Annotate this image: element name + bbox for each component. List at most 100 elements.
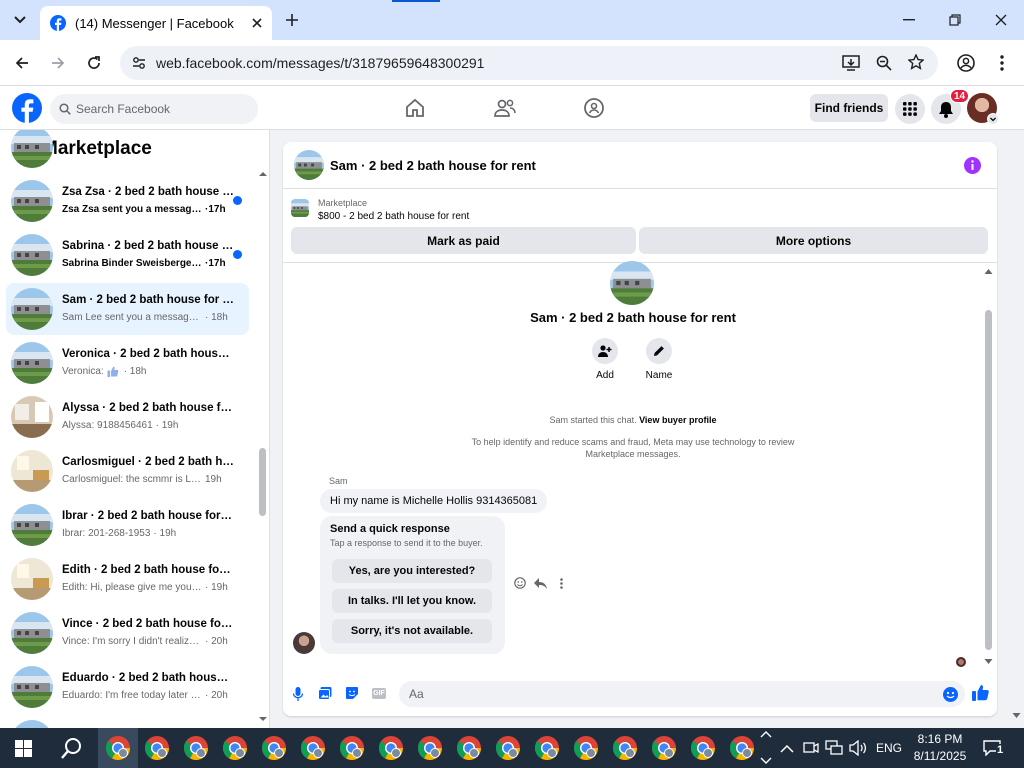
message-bubble[interactable]: Hi my name is Michelle Hollis 9314365081 (320, 489, 548, 513)
chrome-taskbar-icon[interactable] (143, 734, 171, 762)
reply-icon[interactable] (534, 577, 547, 589)
tab-search-icon[interactable] (6, 6, 34, 34)
facebook-logo-icon[interactable] (12, 93, 42, 123)
chat-avatar[interactable] (294, 150, 324, 180)
chrome-taskbar-icon[interactable] (260, 734, 288, 762)
chrome-taskbar-icon[interactable] (728, 734, 756, 762)
chrome-taskbar-icon[interactable] (689, 734, 717, 762)
network-icon[interactable] (825, 740, 843, 756)
close-tab-icon[interactable] (252, 18, 262, 28)
conversation-item[interactable]: Sam · 2 bed 2 bath house for rent Sam Lee… (6, 283, 249, 335)
windows-start-icon[interactable] (15, 740, 32, 757)
forward-icon[interactable] (44, 49, 72, 77)
quick-response-not-available-button[interactable]: Sorry, it's not available. (332, 619, 492, 643)
conversation-item[interactable]: Vince · 2 bed 2 bath house for r... Vince… (6, 607, 249, 659)
intro-avatar[interactable] (610, 261, 654, 305)
menu-grid-button[interactable] (895, 94, 925, 124)
chrome-taskbar-icon[interactable] (377, 734, 405, 762)
chrome-taskbar-icon[interactable] (338, 734, 366, 762)
chrome-taskbar-icon[interactable] (416, 734, 444, 762)
conversation-thumbnail (11, 234, 53, 276)
find-friends-button[interactable]: Find friends (810, 94, 888, 122)
show-hidden-icons-icon[interactable] (780, 744, 794, 753)
bookmark-star-icon[interactable] (908, 54, 924, 70)
taskbar-scroll-up-icon[interactable] (760, 730, 772, 738)
quick-response-yes-button[interactable]: Yes, are you interested? (332, 559, 492, 583)
conversation-item-partial[interactable] (6, 715, 249, 728)
message-input[interactable]: Aa (399, 681, 965, 707)
edit-name-button[interactable] (646, 338, 672, 364)
conversation-item[interactable]: Eduardo · 2 bed 2 bath house f... Eduardo… (6, 661, 249, 713)
reload-icon[interactable] (80, 49, 108, 77)
language-indicator[interactable]: ENG (876, 741, 902, 755)
conversation-info-icon[interactable] (964, 157, 981, 174)
conversation-item[interactable]: Sabrina · 2 bed 2 bath house f... Sabrina… (6, 229, 249, 281)
chrome-taskbar-icon[interactable] (104, 734, 132, 762)
gif-icon[interactable]: GIF (372, 688, 386, 699)
sender-avatar[interactable] (293, 632, 315, 654)
browser-tab[interactable]: (14) Messenger | Facebook (40, 6, 272, 40)
sticker-icon[interactable] (345, 686, 359, 700)
chrome-taskbar-icon[interactable] (182, 734, 210, 762)
attach-photo-icon[interactable] (318, 687, 332, 700)
conversation-thumbnail (11, 612, 53, 654)
conversation-preview-row: Veronica: · 18h (62, 365, 234, 379)
maximize-icon[interactable] (941, 6, 969, 34)
emoji-picker-icon[interactable] (943, 687, 958, 702)
sidebar-scroll-thumb[interactable] (259, 448, 266, 516)
conversation-item[interactable]: Zsa Zsa · 2 bed 2 bath house f... Zsa Zsa… (6, 175, 249, 227)
browser-menu-icon[interactable] (988, 49, 1016, 77)
friends-icon[interactable] (494, 98, 516, 118)
new-tab-icon[interactable] (278, 6, 306, 34)
groups-icon[interactable] (583, 97, 605, 119)
view-buyer-profile-link[interactable]: View buyer profile (639, 415, 716, 425)
facebook-search-input[interactable]: Search Facebook (50, 94, 258, 124)
conversation-item[interactable]: Veronica · 2 bed 2 bath house f... Veroni… (6, 337, 249, 389)
add-people-button[interactable] (592, 338, 618, 364)
chrome-taskbar-icon[interactable] (533, 734, 561, 762)
like-thumb-icon[interactable] (972, 684, 989, 701)
conversation-item[interactable]: Carlosmiguel · 2 bed 2 bath ho... Carlosm… (6, 445, 249, 497)
chrome-taskbar-icon[interactable] (455, 734, 483, 762)
zoom-icon[interactable] (876, 55, 892, 71)
quick-response-in-talks-button[interactable]: In talks. I'll let you know. (332, 589, 492, 613)
mark-as-paid-button[interactable]: Mark as paid (291, 227, 636, 254)
home-icon[interactable] (405, 98, 425, 118)
chrome-taskbar-icon[interactable] (611, 734, 639, 762)
account-chevron-icon[interactable] (987, 113, 999, 125)
url-field[interactable]: web.facebook.com/messages/t/318796596483… (120, 46, 938, 80)
chat-scrollbar[interactable] (983, 266, 994, 666)
conversation-name: Veronica · 2 bed 2 bath house f... (62, 348, 234, 360)
chrome-taskbar-icon[interactable] (299, 734, 327, 762)
conversation-item-partial[interactable] (6, 130, 249, 173)
chrome-taskbar-icon[interactable] (650, 734, 678, 762)
taskbar-scroll-down-icon[interactable] (760, 757, 772, 765)
taskbar-search-icon[interactable] (61, 737, 83, 759)
taskbar-clock[interactable]: 8:16 PM 8/11/2025 (908, 731, 972, 765)
listing-thumbnail[interactable] (291, 199, 309, 217)
close-window-icon[interactable] (987, 6, 1015, 34)
react-emoji-icon[interactable] (514, 577, 526, 589)
conversation-time: · 18h (205, 312, 228, 323)
conversation-item[interactable]: Ibrar · 2 bed 2 bath house for r... Ibrar… (6, 499, 249, 551)
conversation-thumbnail (11, 450, 53, 492)
conversation-item[interactable]: Edith · 2 bed 2 bath house for r... Edith… (6, 553, 249, 605)
more-actions-icon[interactable] (560, 578, 563, 589)
more-options-button[interactable]: More options (639, 227, 988, 254)
site-info-icon[interactable] (132, 56, 146, 70)
minimize-icon[interactable] (895, 6, 923, 34)
chat-scroll-thumb[interactable] (985, 310, 992, 650)
conversation-item[interactable]: Alyssa · 2 bed 2 bath house for ... Alyss… (6, 391, 249, 443)
sidebar-scrollbar[interactable] (258, 170, 268, 726)
meet-now-icon[interactable] (803, 740, 819, 756)
chrome-taskbar-icon[interactable] (494, 734, 522, 762)
back-icon[interactable] (8, 49, 36, 77)
listing-title[interactable]: $800 - 2 bed 2 bath house for rent (318, 211, 469, 222)
volume-icon[interactable] (849, 740, 867, 756)
page-scrollbar[interactable] (1009, 130, 1024, 728)
chrome-taskbar-icon[interactable] (572, 734, 600, 762)
voice-clip-icon[interactable] (293, 687, 303, 701)
chrome-taskbar-icon[interactable] (221, 734, 249, 762)
profile-icon[interactable] (952, 49, 980, 77)
install-app-icon[interactable] (842, 55, 860, 71)
